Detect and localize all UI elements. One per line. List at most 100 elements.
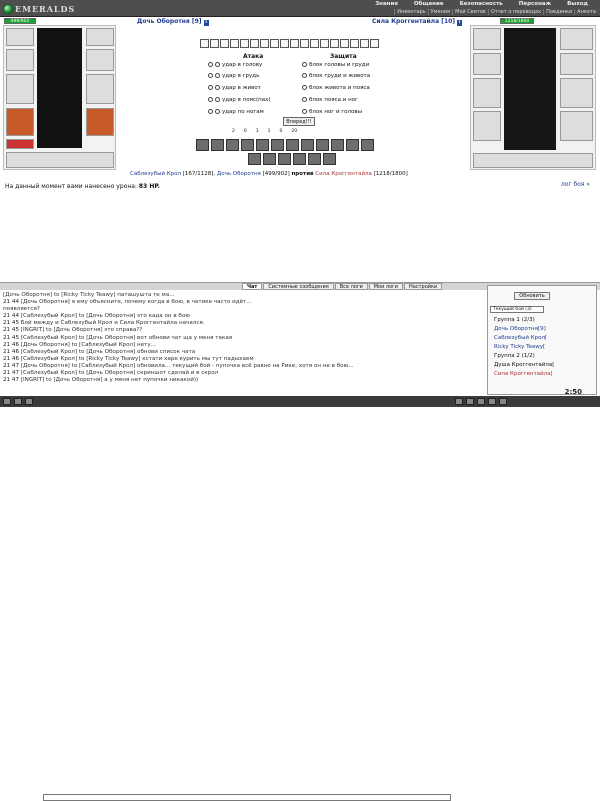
menu-character[interactable]: Персонаж — [511, 1, 559, 7]
chat-text: появляется? — [3, 306, 40, 313]
skill-icon[interactable] — [293, 153, 306, 165]
radio-icon[interactable] — [208, 97, 213, 102]
forward-button[interactable]: Вперед!!! — [283, 117, 315, 126]
skill-icon[interactable] — [301, 139, 314, 151]
tab-all-logs[interactable]: Все логи — [334, 283, 368, 290]
skill-icon[interactable] — [331, 139, 344, 151]
participant-item[interactable]: Ricky Ticky Teawy[ — [494, 344, 545, 350]
skill-icon[interactable] — [308, 153, 321, 165]
tab-chat[interactable]: Чат — [242, 283, 263, 290]
menu-security[interactable]: Безопасность — [452, 1, 511, 7]
defense-option[interactable]: блок ног и головы — [302, 109, 362, 115]
helmet-slot[interactable] — [6, 28, 34, 46]
battle-log-link[interactable]: лог боя » — [561, 181, 590, 188]
radio-icon[interactable] — [208, 85, 213, 90]
info-icon[interactable]: i — [203, 20, 209, 26]
skill-icon[interactable] — [271, 139, 284, 151]
refresh-button[interactable]: Обновить — [514, 292, 550, 300]
skill-icon[interactable] — [263, 153, 276, 165]
radio-icon[interactable] — [302, 73, 307, 78]
skill-icon[interactable] — [256, 139, 269, 151]
participant-item[interactable]: Саблезубый Крол[ — [494, 335, 547, 341]
skill-icon[interactable] — [323, 153, 336, 165]
participant-hp: [167/1128], — [182, 171, 216, 177]
submenu-skills[interactable]: Умения — [427, 9, 452, 15]
participant-item[interactable]: Сила Кроггентайла[ — [494, 371, 553, 377]
radio-icon[interactable] — [302, 62, 307, 67]
clear-icon[interactable] — [25, 398, 33, 405]
skill-icon[interactable] — [286, 139, 299, 151]
skill-icon[interactable] — [241, 139, 254, 151]
radio-icon[interactable] — [208, 62, 213, 67]
legs-slot[interactable] — [86, 108, 114, 136]
submenu-fights[interactable]: Поединки — [543, 9, 574, 15]
shield-slot[interactable] — [86, 49, 114, 71]
participant-item[interactable]: Дочь Оборотня[9] — [494, 326, 546, 332]
tool-icon[interactable] — [499, 398, 507, 405]
battle-select[interactable]: Текущий бой (3) — [490, 306, 544, 313]
radio-icon[interactable] — [208, 73, 213, 78]
attack-option[interactable]: удар в живот — [208, 85, 261, 91]
radio-icon[interactable] — [215, 85, 220, 90]
submenu-inventory[interactable]: Инвентарь — [394, 9, 427, 15]
tab-my-logs[interactable]: Мои логи — [368, 283, 404, 290]
tool-icon[interactable] — [488, 398, 496, 405]
participant-name[interactable]: Дочь Оборотня — [217, 171, 261, 177]
tool-icon[interactable] — [466, 398, 474, 405]
chat-input[interactable] — [43, 794, 451, 801]
skill-icon[interactable] — [248, 153, 261, 165]
radio-icon[interactable] — [215, 73, 220, 78]
defense-option[interactable]: блок груди и живота — [302, 73, 370, 79]
attack-option[interactable]: удар в пояс(пах) — [208, 97, 270, 103]
defense-option[interactable]: блок пояса и ног — [302, 97, 358, 103]
defense-option[interactable]: блок головы и груди — [302, 62, 369, 68]
skill-icon[interactable] — [196, 139, 209, 151]
radio-icon[interactable] — [302, 109, 307, 114]
tool-icon[interactable] — [477, 398, 485, 405]
participant-item[interactable]: Душа Кроггентайла[ — [494, 362, 554, 368]
radio-icon[interactable] — [215, 62, 220, 67]
smile-icon[interactable] — [3, 398, 11, 405]
belt-items-row[interactable] — [6, 152, 114, 168]
skill-icon[interactable] — [226, 139, 239, 151]
submenu-transfers[interactable]: Отчет о переводах — [487, 9, 543, 15]
attack-option[interactable]: удар в голову — [208, 62, 262, 68]
skill-icon[interactable] — [211, 139, 224, 151]
radio-icon[interactable] — [302, 85, 307, 90]
group-item[interactable]: Группа 1 (2/3) — [494, 317, 535, 323]
clock: 2:50 — [564, 388, 582, 396]
armor-slot[interactable] — [6, 108, 34, 136]
attack-option[interactable]: удар в грудь — [208, 73, 259, 79]
skill-icon[interactable] — [278, 153, 291, 165]
attack-option[interactable]: удар по ногам — [208, 109, 264, 115]
tab-system[interactable]: Системные сообщения — [263, 283, 334, 290]
menu-exit[interactable]: Выход — [559, 1, 596, 7]
info-icon[interactable]: i — [457, 20, 463, 26]
enemy-name[interactable]: Сила Кроггентайла [10] i — [372, 18, 463, 26]
axe-slot[interactable] — [86, 74, 114, 104]
tab-settings[interactable]: Настройки — [404, 283, 443, 290]
radio-icon[interactable] — [215, 109, 220, 114]
translit-icon[interactable] — [14, 398, 22, 405]
gloves-slot[interactable] — [86, 28, 114, 46]
player-name[interactable]: Дочь Оборотня [9] i — [137, 18, 209, 26]
radio-icon[interactable] — [302, 97, 307, 102]
defense-option[interactable]: блок живота и пояса — [302, 85, 370, 91]
send-icon[interactable] — [455, 398, 463, 405]
skill-icon[interactable] — [346, 139, 359, 151]
chat-log: [Дочь Оборотня] to [Ricky Ticky Teawy] п… — [3, 292, 483, 392]
skill-icon[interactable] — [361, 139, 374, 151]
menu-knowledge[interactable]: Знания — [367, 1, 406, 7]
menu-social[interactable]: Общение — [406, 1, 452, 7]
submenu-profile[interactable]: Анкета — [574, 9, 598, 15]
participant-name[interactable]: Саблезубый Крол — [130, 171, 181, 177]
submenu-scroll[interactable]: Мой Свиток — [452, 9, 488, 15]
radio-icon[interactable] — [208, 109, 213, 114]
radio-icon[interactable] — [215, 97, 220, 102]
skill-icon[interactable] — [316, 139, 329, 151]
hammer-slot[interactable] — [6, 74, 34, 104]
weapon-slot[interactable] — [6, 49, 34, 71]
belt-slot[interactable] — [6, 139, 34, 149]
group-item[interactable]: Группа 2 (1/2) — [494, 353, 535, 359]
participant-name[interactable]: Сила Кроггентайла — [315, 171, 372, 177]
